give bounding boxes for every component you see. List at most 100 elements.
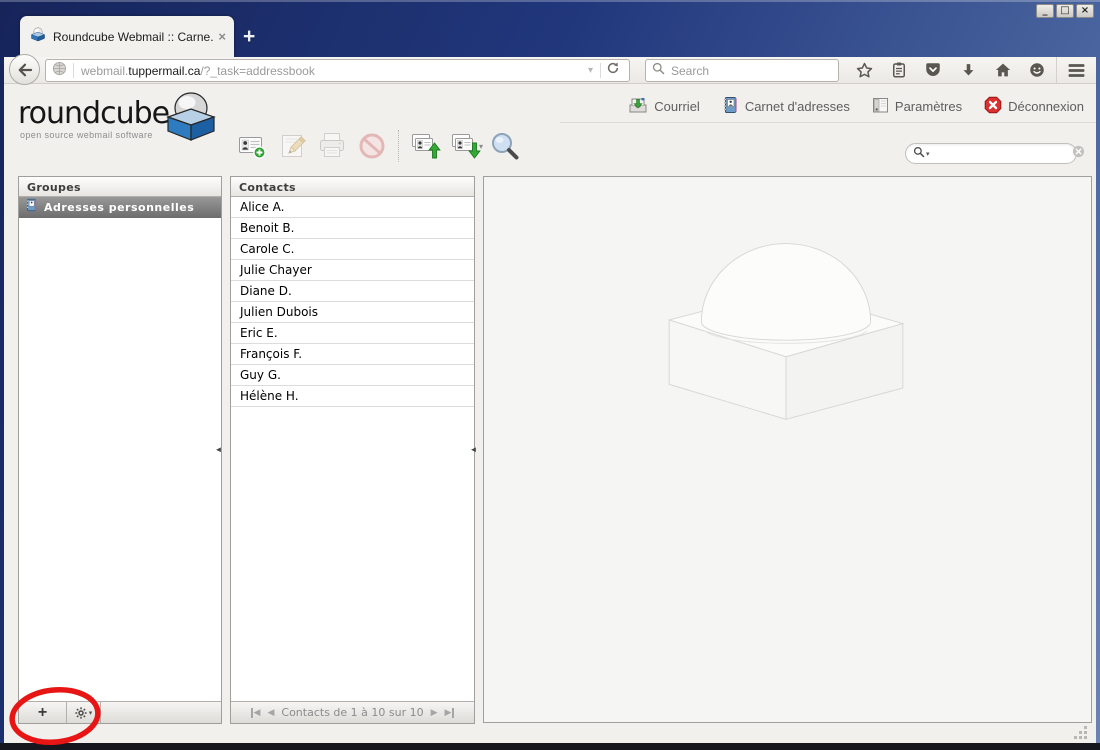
contact-row[interactable]: Julien Dubois xyxy=(231,302,474,323)
tab-close-icon[interactable]: × xyxy=(218,29,226,44)
contacts-toolbar: ▾ xyxy=(232,128,525,164)
taskbar-addressbook[interactable]: Carnet d'adresses xyxy=(722,96,850,117)
groups-header: Groupes xyxy=(19,177,221,197)
toolbar-separator xyxy=(398,130,399,162)
groups-splitter-handle[interactable]: ◄ xyxy=(213,444,224,456)
roundcube-logo: roundcube open source webmail software xyxy=(16,90,236,148)
prev-page-icon[interactable]: ◀ xyxy=(267,708,274,718)
taskbar-logout[interactable]: Déconnexion xyxy=(984,96,1084,117)
pocket-icon[interactable] xyxy=(916,57,951,83)
addressbook-small-icon xyxy=(25,198,38,217)
search-icon xyxy=(652,62,665,80)
delete-contact-button[interactable] xyxy=(352,131,392,161)
contact-name: Diane D. xyxy=(240,284,292,298)
contacts-search-box[interactable]: ▾ xyxy=(905,143,1084,164)
resize-grip[interactable] xyxy=(1072,726,1088,740)
mail-icon xyxy=(628,96,648,117)
taskbar-settings-label: Paramètres xyxy=(894,99,963,114)
logo-tagline: open source webmail software xyxy=(20,130,153,140)
pagination-label: Contacts de 1 à 10 sur 10 xyxy=(281,706,424,719)
advanced-search-button[interactable] xyxy=(485,130,525,162)
feedback-smiley-icon[interactable] xyxy=(1020,57,1055,83)
edit-contact-button[interactable] xyxy=(272,132,312,160)
window-controls: _ □ × xyxy=(1036,4,1094,18)
url-text[interactable]: webmail.tuppermail.ca/?_task=addressbook xyxy=(81,64,581,78)
quicksearch-icon[interactable] xyxy=(913,145,925,163)
contact-row[interactable]: Hélène H. xyxy=(231,386,474,407)
roundcube-page: roundcube open source webmail software C… xyxy=(4,84,1096,743)
contact-row[interactable]: Julie Chayer xyxy=(231,260,474,281)
contacts-header: Contacts xyxy=(231,177,474,197)
back-button[interactable] xyxy=(9,54,40,85)
browser-window: _ □ × Roundcube Webmail :: Carne... × + xyxy=(0,0,1100,750)
contact-name: Carole C. xyxy=(240,242,295,256)
contacts-footer: ◀ ◀ Contacts de 1 à 10 sur 10 ▶ ▶ xyxy=(231,701,474,723)
hamburger-menu-icon[interactable] xyxy=(1056,57,1096,83)
globe-icon[interactable] xyxy=(52,61,67,81)
groups-panel: Groupes Adresses personnelles + ▾ xyxy=(18,176,222,724)
bookmarks-clipboard-icon[interactable] xyxy=(882,57,917,83)
contact-row[interactable]: Alice A. xyxy=(231,197,474,218)
tab-title: Roundcube Webmail :: Carne... xyxy=(53,29,215,44)
contact-row[interactable]: François F. xyxy=(231,344,474,365)
url-divider xyxy=(73,63,74,78)
url-dropdown-icon[interactable]: ▾ xyxy=(581,65,600,76)
group-row-personal-addresses[interactable]: Adresses personnelles xyxy=(19,197,221,218)
back-arrow-icon xyxy=(18,63,32,76)
next-page-icon[interactable]: ▶ xyxy=(431,708,438,718)
browser-tab[interactable]: Roundcube Webmail :: Carne... × xyxy=(20,16,234,57)
last-page-icon[interactable]: ▶ xyxy=(445,707,455,718)
annotation-circle xyxy=(9,687,101,745)
export-dropdown-icon[interactable]: ▾ xyxy=(479,142,483,151)
contact-list: Alice A. Benoit B. Carole C. Julie Chaye… xyxy=(231,197,474,407)
taskbar-mail-label: Courriel xyxy=(654,99,700,114)
window-bottom-frame xyxy=(0,743,1100,750)
logout-icon xyxy=(984,96,1002,117)
close-button[interactable]: × xyxy=(1076,4,1094,18)
add-contact-button[interactable] xyxy=(232,131,272,161)
url-bar[interactable]: webmail.tuppermail.ca/?_task=addressbook… xyxy=(45,59,630,82)
contact-preview-panel xyxy=(483,176,1092,723)
contact-row[interactable]: Eric E. xyxy=(231,323,474,344)
pagination: ◀ ◀ Contacts de 1 à 10 sur 10 ▶ ▶ xyxy=(231,702,474,723)
contacts-splitter-handle[interactable]: ◄ xyxy=(468,444,479,456)
group-label: Adresses personnelles xyxy=(44,201,195,214)
import-contacts-button[interactable] xyxy=(405,131,445,161)
browser-navbar: webmail.tuppermail.ca/?_task=addressbook… xyxy=(4,54,1096,85)
contact-row[interactable]: Carole C. xyxy=(231,239,474,260)
download-icon[interactable] xyxy=(951,57,986,83)
toolbar-icon-strip xyxy=(847,57,1096,83)
quicksearch-input[interactable] xyxy=(929,147,1072,160)
contact-name: Julien Dubois xyxy=(240,305,319,319)
contact-row[interactable]: Guy G. xyxy=(231,365,474,386)
contact-name: Hélène H. xyxy=(240,389,299,403)
addressbook-icon xyxy=(722,96,739,117)
first-page-icon[interactable]: ◀ xyxy=(250,707,260,718)
contacts-panel: Contacts Alice A. Benoit B. Carole C. Ju… xyxy=(230,176,475,724)
taskbar-divider xyxy=(560,122,1096,123)
contact-row[interactable]: Benoit B. xyxy=(231,218,474,239)
contact-name: Eric E. xyxy=(240,326,278,340)
logo-text: roundcube xyxy=(18,96,170,131)
taskbar-mail[interactable]: Courriel xyxy=(628,96,700,117)
settings-icon xyxy=(872,97,889,117)
taskbar-addressbook-label: Carnet d'adresses xyxy=(744,99,850,114)
roundcube-watermark xyxy=(667,243,905,420)
contact-name: Alice A. xyxy=(240,200,285,214)
quicksearch-clear-icon[interactable] xyxy=(1072,145,1085,163)
reload-icon[interactable] xyxy=(601,61,625,80)
minimize-button[interactable]: _ xyxy=(1036,4,1054,18)
browser-search-bar[interactable] xyxy=(645,59,839,82)
app-taskbar: Courriel Carnet d'adresses Paramètres Dé… xyxy=(628,96,1084,117)
contact-name: Julie Chayer xyxy=(240,263,312,277)
contact-name: Guy G. xyxy=(240,368,281,382)
home-icon[interactable] xyxy=(985,57,1020,83)
taskbar-settings[interactable]: Paramètres xyxy=(872,97,962,117)
maximize-button[interactable]: □ xyxy=(1056,4,1074,18)
browser-search-input[interactable] xyxy=(671,63,832,78)
new-tab-button[interactable]: + xyxy=(243,25,255,49)
logo-cube-icon xyxy=(162,90,220,147)
bookmark-star-icon[interactable] xyxy=(847,57,882,83)
contact-row[interactable]: Diane D. xyxy=(231,281,474,302)
print-button[interactable] xyxy=(312,131,352,161)
